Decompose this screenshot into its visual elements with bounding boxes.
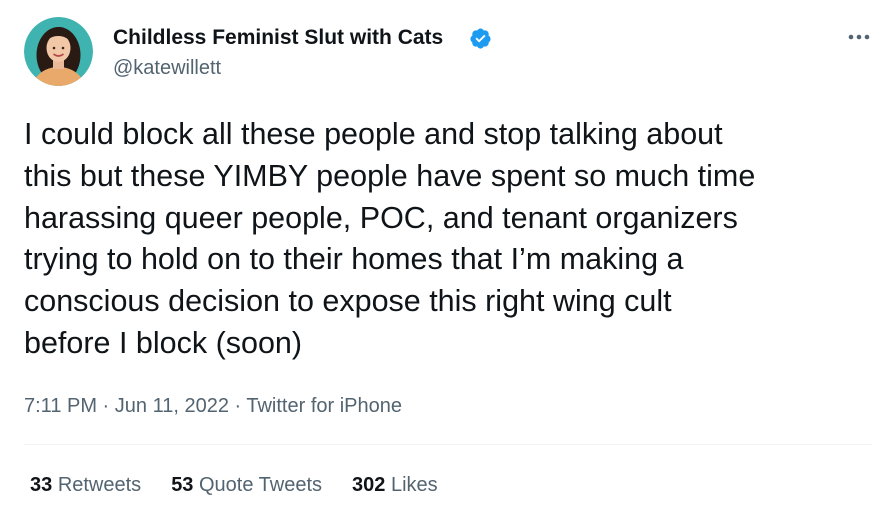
tweet-source[interactable]: Twitter for iPhone bbox=[246, 395, 402, 417]
more-options-button[interactable] bbox=[842, 20, 876, 54]
likes-stat[interactable]: 302 Likes bbox=[352, 471, 438, 499]
tweet-time[interactable]: 7:11 PM bbox=[24, 395, 97, 417]
handle[interactable]: @katewillett bbox=[113, 54, 221, 82]
verified-badge-icon bbox=[470, 28, 491, 49]
meta-separator: · bbox=[97, 395, 115, 417]
retweets-count: 33 bbox=[30, 474, 53, 496]
tweet-card: Childless Feminist Slut with Cats @katew… bbox=[0, 0, 886, 510]
more-options-icon bbox=[848, 34, 870, 40]
likes-label: Likes bbox=[390, 474, 438, 496]
tweet-text: I could block all these people and stop … bbox=[24, 117, 756, 360]
quote-tweets-label: Quote Tweets bbox=[199, 474, 323, 496]
retweets-label: Retweets bbox=[57, 474, 142, 496]
meta-separator: · bbox=[228, 395, 247, 417]
likes-count: 302 bbox=[352, 474, 386, 496]
quote-tweets-count: 53 bbox=[171, 474, 194, 496]
display-name[interactable]: Childless Feminist Slut with Cats bbox=[113, 24, 443, 52]
engagement-stats: 33 Retweets 53 Quote Tweets 302 Likes bbox=[30, 471, 468, 499]
quote-tweets-stat[interactable]: 53 Quote Tweets bbox=[171, 471, 322, 499]
divider bbox=[24, 444, 872, 445]
profile-photo-icon bbox=[24, 17, 93, 86]
tweet-date[interactable]: Jun 11, 2022 bbox=[115, 395, 229, 417]
tweet-meta: 7:11 PM · Jun 11, 2022 · Twitter for iPh… bbox=[24, 392, 402, 420]
retweets-stat[interactable]: 33 Retweets bbox=[30, 471, 141, 499]
avatar[interactable] bbox=[24, 17, 93, 86]
